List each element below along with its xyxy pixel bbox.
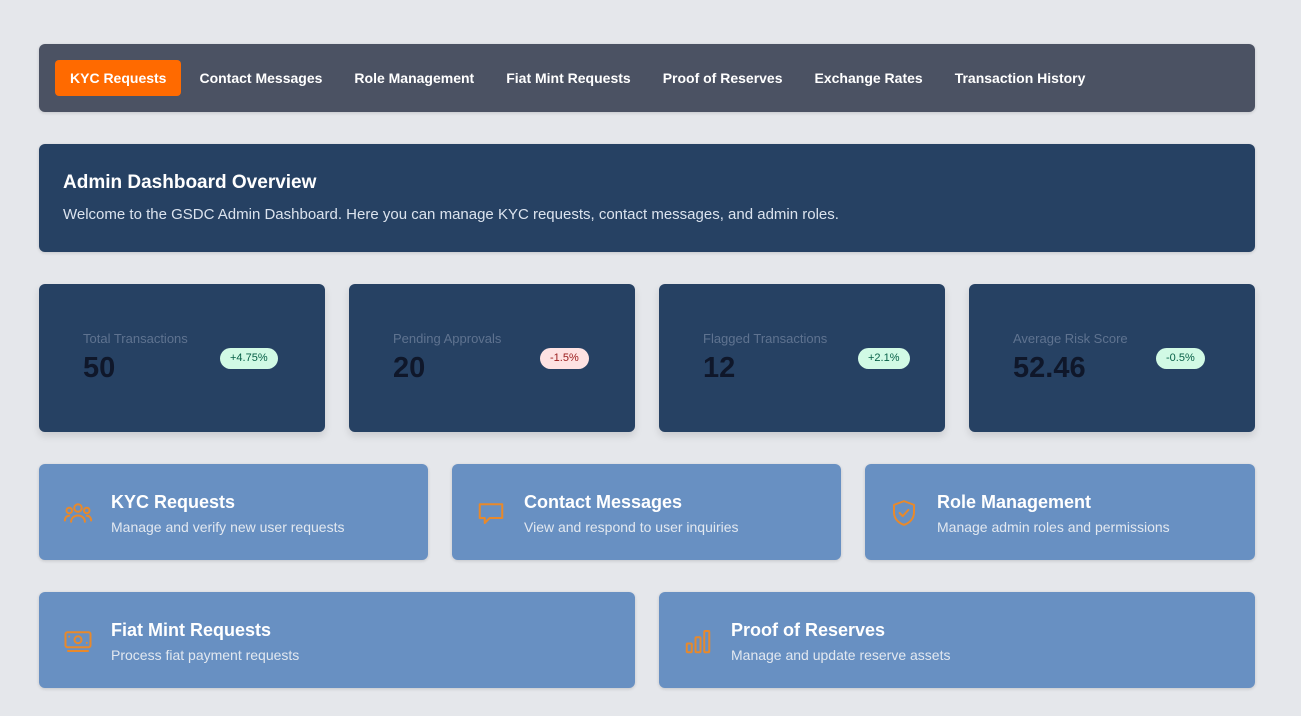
stat-label: Flagged Transactions (703, 331, 828, 346)
card-kyc-requests[interactable]: KYC Requests Manage and verify new user … (39, 464, 428, 560)
card-title: Contact Messages (524, 492, 683, 512)
card-fiat-mint-requests[interactable]: Fiat Mint Requests Process fiat payment … (39, 592, 635, 688)
card-description: Manage admin roles and permissions (937, 519, 1170, 535)
nav-tab-role-management[interactable]: Role Management (338, 60, 490, 96)
stat-value: 50 (83, 352, 116, 384)
card-description: Manage and update reserve assets (731, 647, 951, 663)
card-description: View and respond to user inquiries (524, 519, 739, 535)
card-proof-of-reserves[interactable]: Proof of Reserves Manage and update rese… (659, 592, 1255, 688)
card-role-management[interactable]: Role Management Manage admin roles and p… (865, 464, 1255, 560)
stat-card-pending-approvals: Pending Approvals 20 -1.5% (349, 284, 635, 432)
banknote-icon (64, 631, 92, 652)
nav-tab-exchange-rates[interactable]: Exchange Rates (799, 60, 939, 96)
nav-tab-kyc-requests[interactable]: KYC Requests (55, 60, 182, 96)
stat-card-total-transactions: Total Transactions 50 +4.75% (39, 284, 325, 432)
stat-value: 12 (703, 352, 736, 384)
top-nav: KYC Requests Contact Messages Role Manag… (39, 44, 1255, 112)
message-icon (478, 503, 504, 524)
overview-banner: Admin Dashboard Overview Welcome to the … (39, 144, 1255, 252)
card-title: Proof of Reserves (731, 620, 886, 640)
nav-tab-transaction-history[interactable]: Transaction History (939, 60, 1102, 96)
stat-change-badge: +2.1% (858, 348, 910, 369)
users-icon (63, 503, 93, 523)
bar-chart-icon (685, 630, 711, 654)
stat-value: 20 (393, 352, 426, 384)
stat-card-flagged-transactions: Flagged Transactions 12 +2.1% (659, 284, 945, 432)
stat-card-average-risk-score: Average Risk Score 52.46 -0.5% (969, 284, 1255, 432)
nav-tab-proof-of-reserves[interactable]: Proof of Reserves (647, 60, 799, 96)
card-title: Fiat Mint Requests (111, 620, 272, 640)
card-title: KYC Requests (111, 492, 236, 512)
overview-description: Welcome to the GSDC Admin Dashboard. Her… (63, 206, 839, 223)
stat-label: Total Transactions (83, 331, 188, 346)
card-contact-messages[interactable]: Contact Messages View and respond to use… (452, 464, 841, 560)
card-description: Manage and verify new user requests (111, 519, 345, 535)
stat-label: Average Risk Score (1013, 331, 1128, 346)
stat-value: 52.46 (1013, 352, 1086, 384)
stat-change-badge: +4.75% (220, 348, 278, 369)
stat-change-badge: -1.5% (540, 348, 589, 369)
overview-title: Admin Dashboard Overview (63, 172, 317, 193)
card-description: Process fiat payment requests (111, 647, 300, 663)
stat-label: Pending Approvals (393, 331, 502, 346)
card-title: Role Management (937, 492, 1092, 512)
stat-change-badge: -0.5% (1156, 348, 1205, 369)
nav-tab-contact-messages[interactable]: Contact Messages (183, 60, 338, 96)
admin-dashboard: KYC Requests Contact Messages Role Manag… (0, 0, 1301, 716)
nav-tab-fiat-mint-requests[interactable]: Fiat Mint Requests (490, 60, 646, 96)
shield-check-icon (893, 500, 915, 526)
